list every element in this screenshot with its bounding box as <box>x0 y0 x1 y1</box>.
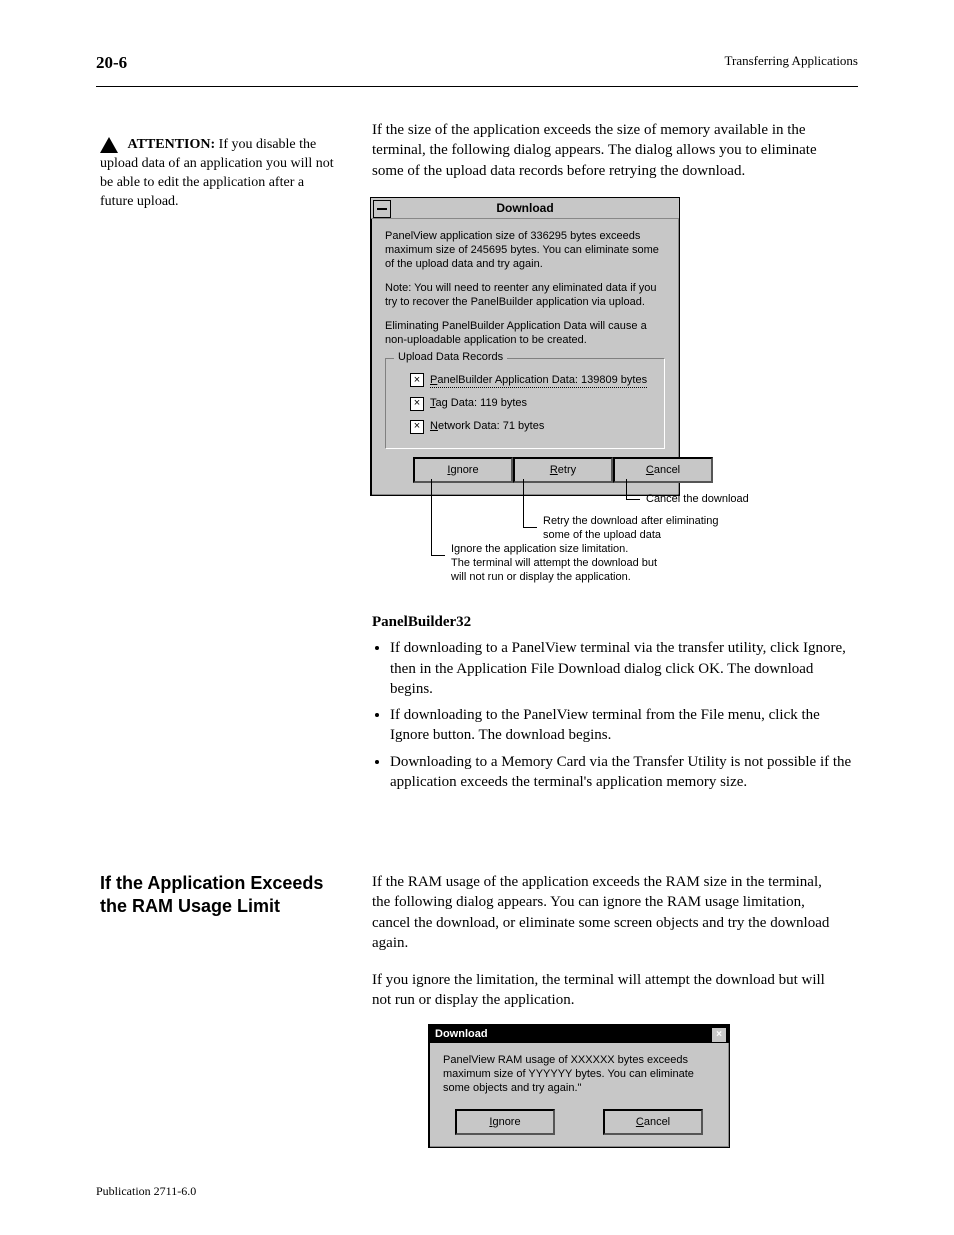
retry-button[interactable]: Retry <box>513 457 613 483</box>
chk-panelbuilder-data[interactable]: × PanelBuilder Application Data: 139809 … <box>410 373 654 389</box>
callout-cancel: Cancel the download <box>646 493 749 507</box>
callout-retry: Retry the download after eliminatingsome… <box>543 515 803 543</box>
pb32-heading: PanelBuilder32 <box>372 614 471 630</box>
page-section-title: Transferring Applications <box>725 52 858 70</box>
leader-line <box>626 499 640 500</box>
download-size-dialog: Download PanelView application size of 3… <box>370 197 680 496</box>
dlg-warning: Eliminating PanelBuilder Application Dat… <box>385 319 665 347</box>
cancel-button[interactable]: Cancel <box>613 457 713 483</box>
attention-icon <box>100 137 118 153</box>
checkbox-icon: × <box>410 373 424 387</box>
download-ram-dialog: Download × PanelView RAM usage of XXXXXX… <box>428 1024 730 1148</box>
leader-line <box>523 479 524 527</box>
dialog-title: Download <box>496 201 553 215</box>
group-legend: Upload Data Records <box>394 350 507 365</box>
ignore-button[interactable]: Ignore <box>413 457 513 483</box>
checkbox-icon: × <box>410 420 424 434</box>
publication-footer: Publication 2711-6.0 <box>96 1183 196 1199</box>
cancel-button[interactable]: Cancel <box>603 1109 703 1135</box>
intro-paragraph: If the size of the application exceeds t… <box>372 120 842 181</box>
attention-title: ATTENTION: <box>128 137 216 152</box>
system-menu-icon[interactable] <box>373 200 391 218</box>
list-item: Downloading to a Memory Card via the Tra… <box>390 752 852 793</box>
ram-paragraph-2: If you ignore the limitation, the termin… <box>372 970 842 1011</box>
dialog-titlebar: Download <box>371 198 679 219</box>
checkbox-icon: × <box>410 397 424 411</box>
side-heading: If the Application Exceedsthe RAM Usage … <box>100 872 350 917</box>
header-rule <box>96 86 858 87</box>
close-icon[interactable]: × <box>711 1027 727 1043</box>
pb32-list: If downloading to a PanelView terminal v… <box>372 638 852 792</box>
page-number: 20-6 <box>96 52 127 75</box>
ignore-button[interactable]: Ignore <box>455 1109 555 1135</box>
dlg-ram-msg: PanelView RAM usage of XXXXXX bytes exce… <box>443 1053 715 1095</box>
callout-ignore: Ignore the application size limitation. … <box>451 543 771 584</box>
list-item: If downloading to a PanelView terminal v… <box>390 638 852 699</box>
leader-line <box>626 479 627 499</box>
chk-network-data[interactable]: × Network Data: 71 bytes <box>410 419 654 434</box>
dialog-title: Download <box>435 1027 488 1042</box>
leader-line <box>523 527 537 528</box>
list-item: If downloading to the PanelView terminal… <box>390 705 852 746</box>
dlg-size-msg: PanelView application size of 336295 byt… <box>385 229 665 271</box>
ram-paragraph-1: If the RAM usage of the application exce… <box>372 872 842 953</box>
chk-tag-data[interactable]: × Tag Data: 119 bytes <box>410 396 654 411</box>
dlg-note: Note: You will need to reenter any elimi… <box>385 281 665 309</box>
upload-data-records-group: Upload Data Records × PanelBuilder Appli… <box>385 358 665 450</box>
leader-line <box>431 479 432 555</box>
leader-line <box>431 555 445 556</box>
dialog-titlebar: Download × <box>429 1025 729 1043</box>
